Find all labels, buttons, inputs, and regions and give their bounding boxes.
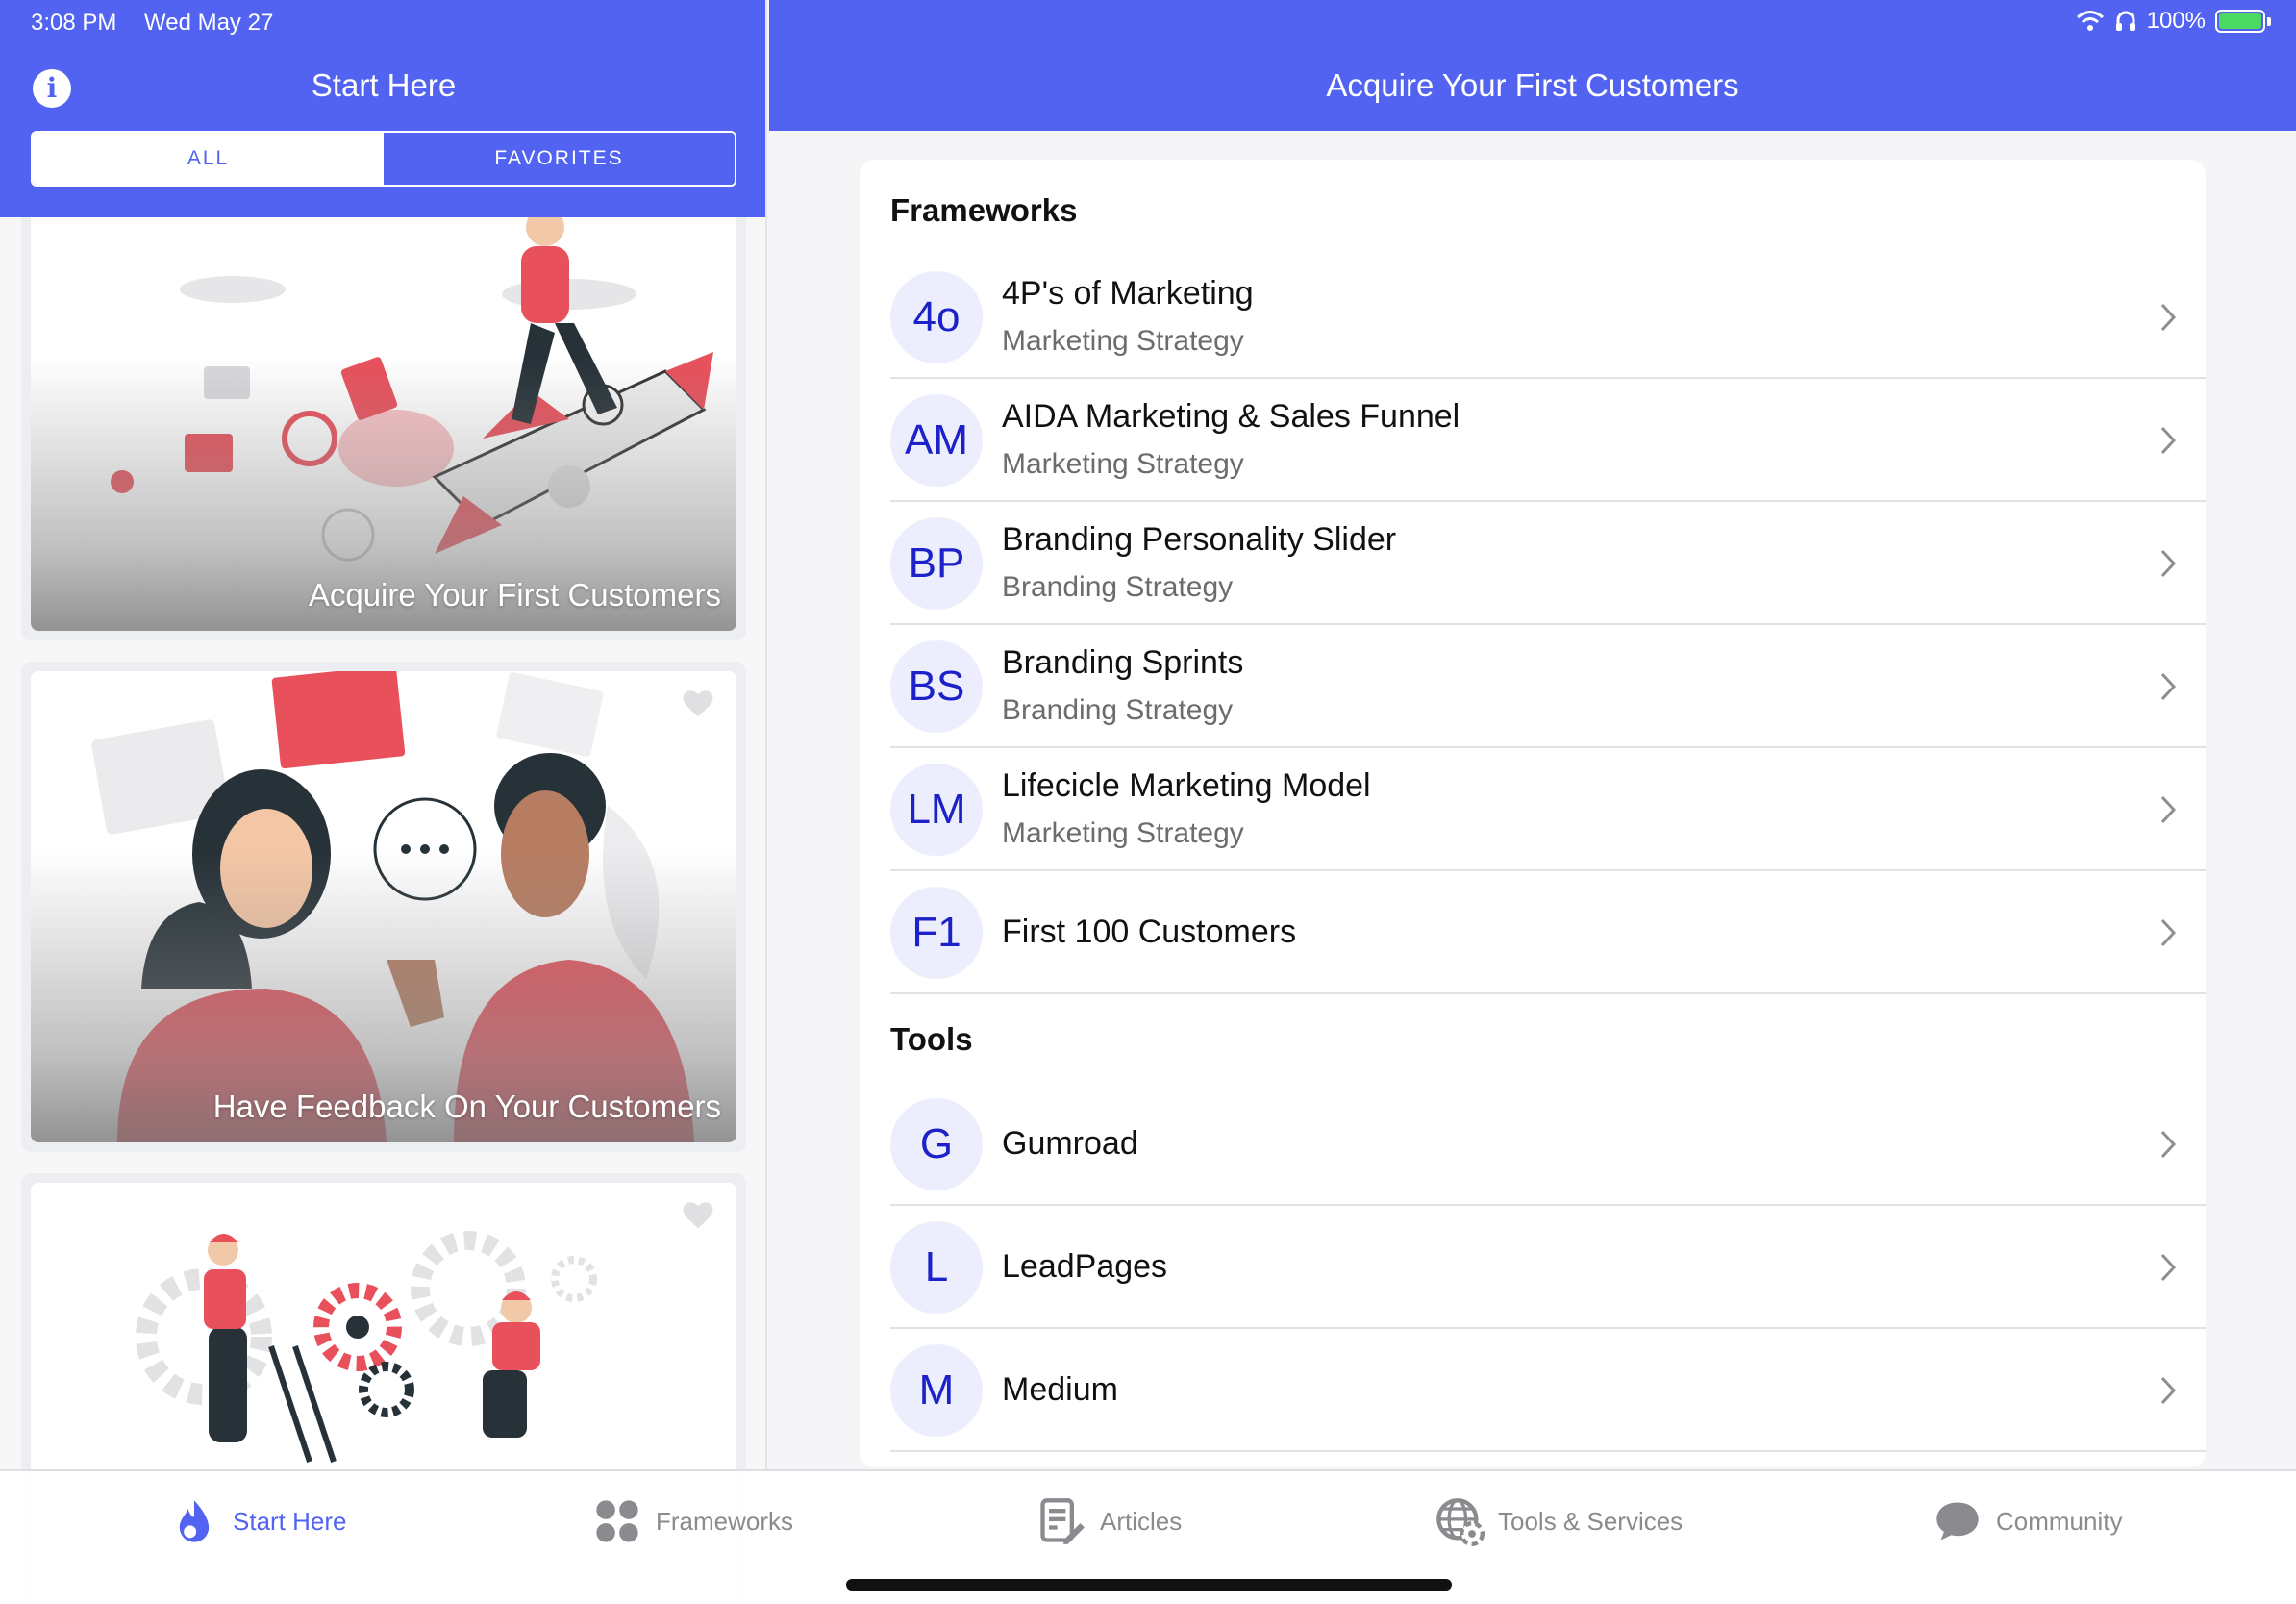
- battery-percent: 100%: [2146, 8, 2206, 34]
- tab-tools-services[interactable]: Tools & Services: [1435, 1496, 1683, 1546]
- favorite-heart-icon[interactable]: [679, 685, 717, 723]
- detail-title: Acquire Your First Customers: [1326, 67, 1739, 103]
- segment-all[interactable]: ALL: [33, 133, 384, 185]
- list-item[interactable]: L LeadPages: [890, 1206, 2206, 1329]
- segmented-control: ALL FAVORITES: [31, 131, 736, 187]
- card-acquire-customers[interactable]: Acquire Your First Customers: [21, 179, 746, 640]
- page-title: Start Here: [311, 67, 457, 103]
- list-item[interactable]: BP Branding Personality Slider Branding …: [890, 502, 2206, 625]
- item-title: Gumroad: [1002, 1125, 1138, 1162]
- avatar: LM: [890, 764, 983, 856]
- item-subtitle: Marketing Strategy: [1002, 325, 1244, 357]
- item-title: Branding Sprints: [1002, 644, 1244, 681]
- chevron-right-icon: [2160, 1130, 2177, 1159]
- left-pane: 3:08 PM Wed May 27 i Start Here ALL FAVO…: [0, 0, 767, 1604]
- avatar: F1: [890, 887, 983, 979]
- chevron-right-icon: [2160, 549, 2177, 578]
- right-header: 100% Acquire Your First Customers: [769, 0, 2296, 131]
- favorite-heart-icon[interactable]: [679, 1196, 717, 1235]
- tab-frameworks[interactable]: Frameworks: [592, 1496, 793, 1546]
- avatar: 4o: [890, 271, 983, 363]
- section-title-tools: Tools: [890, 1021, 973, 1057]
- left-header: 3:08 PM Wed May 27 i Start Here ALL FAVO…: [0, 0, 765, 217]
- item-title: Medium: [1002, 1371, 1118, 1408]
- flame-icon: [179, 1500, 210, 1542]
- item-title: Lifecicle Marketing Model: [1002, 767, 1371, 804]
- status-time: 3:08 PM: [31, 10, 117, 36]
- list-item[interactable]: LM Lifecicle Marketing Model Marketing S…: [890, 748, 2206, 871]
- item-title: LeadPages: [1002, 1248, 1168, 1285]
- list-item[interactable]: G Gumroad: [890, 1083, 2206, 1206]
- detail-list: Frameworks 4o 4P's of Marketing Marketin…: [860, 160, 2206, 1467]
- segment-favorites[interactable]: FAVORITES: [384, 133, 735, 185]
- section-title-frameworks: Frameworks: [890, 192, 1078, 228]
- chevron-right-icon: [2160, 795, 2177, 824]
- chevron-right-icon: [2160, 918, 2177, 947]
- tab-label: Articles: [1100, 1506, 1183, 1536]
- grid-icon: [596, 1500, 638, 1542]
- headphones-icon: [2115, 11, 2135, 31]
- tab-start-here[interactable]: Start Here: [169, 1496, 347, 1546]
- card-image: Acquire Your First Customers: [31, 188, 736, 631]
- card-title: Acquire Your First Customers: [308, 577, 721, 613]
- tab-articles[interactable]: Articles: [1036, 1496, 1182, 1546]
- card-image: Have Feedback On Your Customers: [31, 671, 736, 1142]
- item-subtitle: Branding Strategy: [1002, 571, 1234, 603]
- battery-icon: [2215, 10, 2271, 33]
- globe-gear-icon: [1436, 1498, 1485, 1546]
- chevron-right-icon: [2160, 303, 2177, 332]
- avatar: AM: [890, 394, 983, 487]
- chat-bubble-icon: [1936, 1502, 1979, 1541]
- tab-label: Tools & Services: [1498, 1506, 1684, 1536]
- tab-label: Frameworks: [656, 1506, 794, 1536]
- avatar: G: [890, 1098, 983, 1190]
- list-item[interactable]: AM AIDA Marketing & Sales Funnel Marketi…: [890, 379, 2206, 502]
- list-item[interactable]: F1 First 100 Customers: [890, 871, 2206, 994]
- item-title: 4P's of Marketing: [1002, 275, 1254, 312]
- home-indicator[interactable]: [846, 1579, 1452, 1591]
- status-date: Wed May 27: [144, 10, 274, 36]
- avatar: BP: [890, 517, 983, 610]
- list-item[interactable]: 4o 4P's of Marketing Marketing Strategy: [890, 256, 2206, 379]
- item-title: First 100 Customers: [1002, 914, 1297, 950]
- tab-community[interactable]: Community: [1933, 1496, 2122, 1546]
- wifi-icon: [2076, 11, 2104, 31]
- tab-label: Community: [1996, 1506, 2123, 1536]
- avatar: L: [890, 1221, 983, 1314]
- document-edit-icon: [1040, 1498, 1085, 1544]
- item-title: AIDA Marketing & Sales Funnel: [1002, 398, 1460, 435]
- chevron-right-icon: [2160, 672, 2177, 701]
- tab-label: Start Here: [233, 1506, 347, 1536]
- chevron-right-icon: [2160, 1253, 2177, 1282]
- chevron-right-icon: [2160, 426, 2177, 455]
- chevron-right-icon: [2160, 1376, 2177, 1405]
- avatar: BS: [890, 640, 983, 733]
- status-indicators: 100%: [2076, 8, 2271, 35]
- card-feedback-customers[interactable]: Have Feedback On Your Customers: [21, 662, 746, 1152]
- avatar: M: [890, 1344, 983, 1437]
- item-subtitle: Branding Strategy: [1002, 694, 1234, 726]
- item-title: Branding Personality Slider: [1002, 521, 1397, 558]
- item-subtitle: Marketing Strategy: [1002, 448, 1244, 480]
- item-subtitle: Marketing Strategy: [1002, 817, 1244, 849]
- list-item[interactable]: M Medium: [890, 1329, 2206, 1452]
- card-title: Have Feedback On Your Customers: [212, 1089, 721, 1124]
- list-item[interactable]: BS Branding Sprints Branding Strategy: [890, 625, 2206, 748]
